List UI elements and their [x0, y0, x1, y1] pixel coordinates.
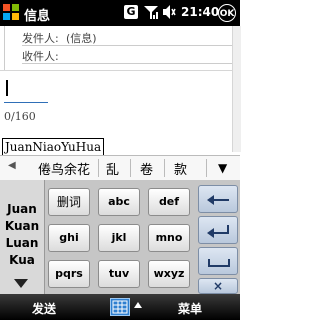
clock[interactable]: 21:40: [181, 5, 219, 19]
divider: [4, 26, 5, 70]
ok-button[interactable]: OK: [218, 4, 236, 22]
backspace-icon: [207, 195, 229, 205]
chevron-up-icon[interactable]: [134, 302, 142, 308]
to-field[interactable]: 收件人:: [22, 45, 232, 64]
key-mno[interactable]: mno: [148, 224, 190, 252]
char-counter: 0/160: [4, 110, 36, 123]
space-key[interactable]: [198, 247, 238, 275]
pinyin-list: Juan Kuan Luan Kua: [0, 180, 45, 294]
windows-flag-icon[interactable]: [2, 3, 20, 21]
key-pqrs[interactable]: pqrs: [48, 260, 90, 288]
key-ghi[interactable]: ghi: [48, 224, 90, 252]
keyboard-icon[interactable]: [110, 298, 130, 316]
from-label: 发件人:: [22, 32, 59, 45]
space-icon: [208, 259, 230, 267]
divider: [98, 159, 99, 177]
from-value[interactable]: (信息): [66, 30, 97, 46]
volume-icon[interactable]: [162, 4, 176, 20]
ime-composition: JuanNiaoYuHua: [2, 138, 105, 156]
key-def[interactable]: def: [148, 188, 190, 216]
candidate-2[interactable]: 乱: [106, 159, 119, 178]
pinyin-option[interactable]: Kuan: [0, 219, 44, 233]
key-abc[interactable]: abc: [98, 188, 140, 216]
app-title: 信息: [24, 9, 51, 24]
enter-icon: [207, 225, 229, 238]
candidate-4[interactable]: 款: [174, 159, 187, 178]
scrollbar[interactable]: [232, 26, 241, 152]
candidate-3[interactable]: 卷: [140, 159, 153, 178]
chevron-down-icon[interactable]: [14, 279, 28, 289]
pinyin-option[interactable]: Luan: [0, 236, 44, 250]
divider: [164, 159, 165, 177]
key-jkl[interactable]: jkl: [98, 224, 140, 252]
to-label: 收件人:: [22, 50, 59, 63]
from-field[interactable]: 发件人: (信息): [22, 27, 232, 46]
divider: [206, 159, 207, 177]
text-cursor: [6, 80, 8, 96]
backspace-key[interactable]: [198, 185, 238, 213]
candidate-prev-icon[interactable]: ◀: [8, 160, 16, 171]
divider: [0, 70, 240, 71]
candidate-next-icon[interactable]: ▼: [218, 161, 227, 175]
key-wxyz[interactable]: wxyz: [148, 260, 190, 288]
send-button[interactable]: 发送: [32, 300, 56, 317]
key-tuv[interactable]: tuv: [98, 260, 140, 288]
pinyin-option[interactable]: Juan: [0, 202, 44, 216]
candidate-1[interactable]: 倦鸟余花: [38, 159, 90, 178]
divider: [130, 159, 131, 177]
delete-word-key[interactable]: 删词: [48, 188, 90, 216]
status-bar: 信息 G 21:40 OK: [0, 0, 240, 26]
enter-key[interactable]: [198, 216, 238, 244]
network-badge[interactable]: G: [124, 5, 138, 19]
pinyin-option[interactable]: Kua: [0, 253, 44, 267]
close-keyboard-key[interactable]: ×: [198, 278, 238, 294]
signal-icon[interactable]: [143, 4, 159, 20]
softkey-bar: 发送 菜单: [0, 294, 240, 320]
message-input[interactable]: [4, 102, 48, 103]
ime-keyboard: Juan Kuan Luan Kua 删词 abc def ghi jkl mn…: [0, 180, 240, 294]
menu-button[interactable]: 菜单: [178, 300, 202, 317]
candidate-bar: ◀ 倦鸟余花 乱 卷 款 ▼: [0, 155, 240, 181]
